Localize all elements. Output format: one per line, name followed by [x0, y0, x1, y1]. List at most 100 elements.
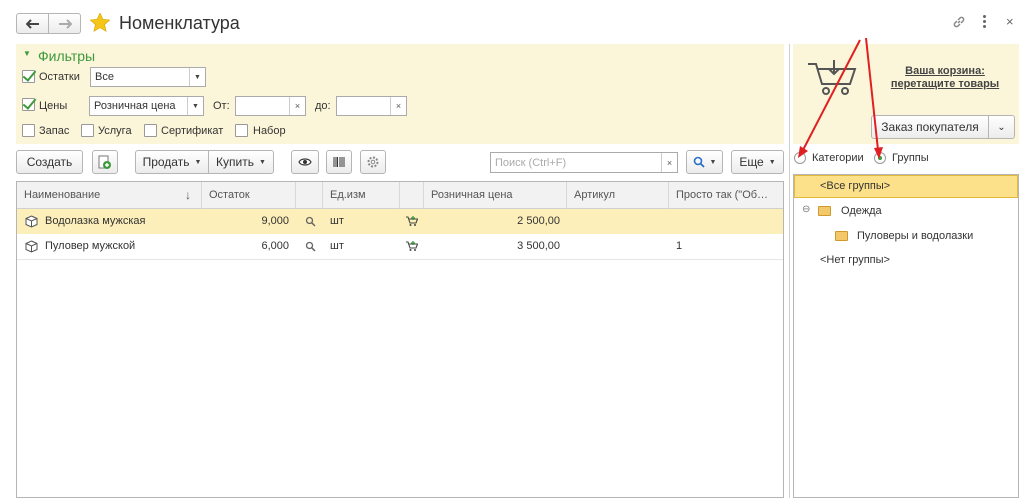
column-header-extra[interactable]: Просто так ("Об…: [669, 182, 783, 209]
sort-arrow-icon: ↓: [185, 188, 191, 202]
chevron-down-icon: ▼: [189, 68, 205, 86]
article-cell: [567, 234, 669, 259]
search-icon: [693, 156, 705, 168]
product-box-icon: [25, 215, 38, 228]
cart-cell[interactable]: [400, 234, 424, 259]
prices-label: Цены: [39, 100, 68, 112]
kind-checkbox-certificate[interactable]: [144, 124, 157, 137]
column-header-stock[interactable]: Остаток: [202, 182, 296, 209]
tree-item-clothes[interactable]: Одежда: [841, 205, 882, 217]
view-button[interactable]: [291, 150, 319, 174]
more-label: Еще: [739, 155, 764, 169]
barcode-icon: [333, 157, 345, 167]
buy-button[interactable]: Купить ▼: [208, 150, 274, 174]
eye-icon: [298, 158, 312, 166]
filters-header[interactable]: Фильтры: [38, 48, 95, 64]
kind-label: Сертификат: [161, 125, 224, 137]
magnifier-icon: [305, 241, 316, 252]
kind-label: Услуга: [98, 125, 132, 137]
chevron-down-icon: ▼: [187, 97, 203, 115]
row-divider: [17, 259, 783, 260]
stock-cell: 9,000: [202, 209, 296, 234]
product-name: Пуловер мужской: [45, 240, 136, 252]
prices-checkbox[interactable]: [22, 98, 35, 111]
price-from-input[interactable]: ×: [235, 96, 306, 116]
kind-checkbox-set[interactable]: [235, 124, 248, 137]
column-name-label: Наименование: [24, 189, 101, 201]
stock-select[interactable]: Все ▼: [90, 67, 206, 87]
clear-icon[interactable]: ×: [289, 97, 305, 115]
column-header-name[interactable]: Наименование ↓: [17, 182, 202, 209]
link-icon[interactable]: [952, 15, 966, 29]
create-button[interactable]: Создать: [16, 150, 83, 174]
collapse-icon[interactable]: ⊖: [802, 204, 810, 215]
more-vertical-icon[interactable]: [983, 15, 987, 29]
stock-select-value: Все: [95, 71, 114, 83]
kind-label: Набор: [253, 125, 286, 137]
sell-button[interactable]: Продать ▼: [135, 150, 209, 174]
chevron-down-icon: ⌄: [997, 121, 1006, 133]
buy-label: Купить: [216, 155, 254, 169]
search-options-button[interactable]: ▼: [686, 150, 723, 174]
extra-cell: [669, 209, 783, 234]
page-title: Номенклатура: [119, 13, 240, 33]
customer-order-menu-button[interactable]: ⌄: [988, 115, 1015, 139]
chevron-down-icon: ▼: [194, 158, 202, 166]
barcode-button[interactable]: [326, 150, 352, 174]
search-input[interactable]: Поиск (Ctrl+F) ×: [490, 152, 678, 173]
folder-icon: [818, 206, 831, 218]
arrow-right-icon: [58, 18, 72, 29]
article-cell: [567, 209, 669, 234]
unit-cell: шт: [330, 215, 344, 227]
search-placeholder: Поиск (Ctrl+F): [495, 157, 567, 169]
column-header-unit[interactable]: Ед.изм: [323, 182, 400, 209]
stock-checkbox[interactable]: [22, 70, 35, 83]
back-button[interactable]: [16, 13, 49, 34]
table-row[interactable]: Пуловер мужской 6,000 шт 3 500,00 1: [17, 234, 783, 259]
price-type-select[interactable]: Розничная цена ▼: [89, 96, 204, 116]
tree-item-all[interactable]: <Все группы>: [820, 180, 890, 192]
price-cell: 3 500,00: [517, 240, 560, 252]
price-from-label: От:: [213, 100, 230, 112]
kind-checkbox-stock[interactable]: [22, 124, 35, 137]
close-icon[interactable]: ×: [1006, 14, 1014, 29]
kind-checkbox-service[interactable]: [81, 124, 94, 137]
more-button[interactable]: Еще ▼: [731, 150, 784, 174]
stock-details-cell[interactable]: [296, 209, 323, 234]
column-header-stock-details[interactable]: [296, 182, 323, 209]
cart-cell[interactable]: [400, 209, 424, 234]
copy-button[interactable]: [92, 150, 118, 174]
price-type-value: Розничная цена: [94, 100, 176, 112]
column-header-price[interactable]: Розничная цена: [424, 182, 567, 209]
tree-item-none[interactable]: <Нет группы>: [820, 254, 890, 266]
extra-cell: 1: [676, 240, 683, 252]
settings-button[interactable]: [360, 150, 386, 174]
price-cell: 2 500,00: [517, 215, 560, 227]
name-cell: Водолазка мужская: [17, 209, 202, 234]
forward-button[interactable]: [48, 13, 81, 34]
copy-document-icon: [98, 155, 111, 169]
column-header-article[interactable]: Артикул: [567, 182, 669, 209]
price-to-input[interactable]: ×: [336, 96, 407, 116]
products-table: Наименование ↓ Остаток Ед.изм Розничная …: [16, 181, 784, 498]
add-to-cart-icon: [406, 241, 418, 251]
stock-details-cell[interactable]: [296, 234, 323, 259]
name-cell: Пуловер мужской: [17, 234, 202, 259]
tree-item-sweaters[interactable]: Пуловеры и водолазки: [857, 230, 973, 242]
stock-cell: 6,000: [261, 240, 289, 252]
column-header-cart[interactable]: [400, 182, 424, 209]
chevron-down-icon: ▼: [768, 158, 776, 166]
product-name: Водолазка мужская: [45, 215, 146, 227]
star-icon[interactable]: [90, 13, 110, 32]
price-to-label: до:: [315, 100, 331, 112]
add-to-cart-icon: [406, 216, 418, 226]
clear-icon[interactable]: ×: [661, 153, 677, 172]
sell-label: Продать: [142, 155, 190, 169]
stock-label: Остатки: [39, 71, 80, 83]
gear-icon: [367, 156, 379, 168]
groups-tree: <Все группы> ⊖ Одежда Пуловеры и водолаз…: [793, 174, 1019, 498]
clear-icon[interactable]: ×: [390, 97, 406, 115]
table-row[interactable]: Водолазка мужская 9,000 шт 2 500,00: [17, 209, 783, 234]
collapse-icon[interactable]: ▼: [23, 49, 31, 58]
product-box-icon: [25, 240, 38, 253]
